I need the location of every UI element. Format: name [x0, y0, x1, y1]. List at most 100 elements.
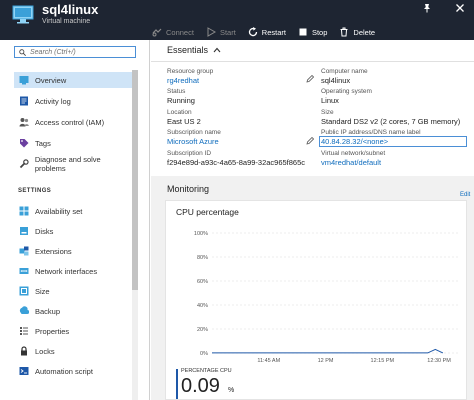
sidebar-item-label: Diagnose and solve problems: [34, 155, 101, 173]
backup-icon: [19, 306, 29, 315]
resource-group-link[interactable]: rg4redhat: [167, 76, 199, 85]
sidebar-item-label: Backup: [35, 306, 61, 316]
connect-label: Connect: [166, 27, 194, 37]
restart-button[interactable]: Restart: [248, 27, 286, 37]
tag-icon: [20, 139, 29, 148]
sidebar-item-label: Overview: [35, 75, 67, 85]
sidebar-item-label: Automation script: [35, 366, 93, 376]
properties-icon: [20, 327, 28, 335]
public-ip-link[interactable]: 40.84.28.32/<none>: [321, 137, 388, 146]
location-value: East US 2: [167, 117, 201, 126]
search-icon: [19, 48, 26, 56]
network-icon: [19, 268, 29, 274]
sidebar-item-availability-set[interactable]: Availability set: [14, 203, 132, 219]
sidebar-item-access-control[interactable]: Access control (IAM): [14, 114, 132, 130]
stop-button[interactable]: Stop: [298, 27, 327, 37]
essentials-header[interactable]: Essentials: [151, 40, 474, 62]
x-tick-label: 12:15 PM: [371, 358, 395, 364]
sidebar-item-overview[interactable]: Overview: [14, 72, 132, 88]
sidebar-item-extensions[interactable]: Extensions: [14, 243, 132, 259]
extensions-icon: [19, 246, 29, 256]
close-icon[interactable]: [455, 3, 465, 13]
command-bar: Connect Start Restart Stop Delete: [152, 24, 387, 40]
cpu-chart-tile[interactable]: CPU percentage 0% 20% 40% 60% 80% 100% 11:45 A…: [165, 200, 467, 400]
essentials-title: Essentials: [167, 45, 209, 55]
sidebar-item-label: Network interfaces: [35, 266, 98, 276]
sidebar-item-label: Access control (IAM): [35, 117, 105, 127]
availability-set-icon: [19, 206, 29, 216]
sidebar-item-network-interfaces[interactable]: Network interfaces: [14, 263, 132, 279]
location-label: Location: [167, 109, 192, 116]
size-label: Size: [321, 109, 334, 116]
edit-chart-link[interactable]: Edit: [460, 192, 470, 198]
edit-pencil-icon[interactable]: [306, 75, 314, 83]
y-tick-label: 40%: [197, 303, 208, 309]
subscription-name-label: Subscription name: [167, 129, 221, 136]
search-placeholder: Search (Ctrl+/): [30, 48, 76, 56]
gauge-accent-bar: [176, 369, 178, 399]
vm-title: sql4linux: [42, 2, 99, 17]
series-line: [212, 348, 444, 354]
sidebar-item-disks[interactable]: Disks: [14, 223, 132, 239]
wrench-icon: [19, 159, 29, 169]
subscription-id-label: Subscription ID: [167, 150, 212, 157]
size-value: Standard DS2 v2 (2 cores, 7 GB memory): [321, 117, 461, 126]
gauge-unit: %: [228, 387, 235, 394]
sidebar-item-label: Availability set: [35, 206, 83, 216]
computer-name-label: Computer name: [321, 68, 368, 75]
search-input[interactable]: Search (Ctrl+/): [14, 46, 136, 58]
play-icon: [207, 27, 216, 37]
restart-icon: [248, 27, 257, 37]
gauge-value: 0.09: [181, 375, 220, 397]
vm-subtitle: Virtual machine: [42, 18, 91, 25]
connect-icon: [152, 28, 162, 37]
sidebar-item-size[interactable]: Size: [14, 283, 132, 299]
computer-name-value: sql4linux: [321, 76, 351, 85]
connect-button[interactable]: Connect: [152, 27, 194, 37]
delete-label: Delete: [353, 27, 376, 37]
disk-icon: [20, 227, 28, 235]
sidebar-item-label: Activity log: [35, 96, 71, 106]
subscription-id-value: f294e89d-a93c-4a65-8a99-32ac965f865c: [167, 158, 306, 167]
public-ip-label: Public IP address/DNS name label: [321, 129, 421, 136]
virtual-network-link[interactable]: vm4redhat/default: [321, 158, 381, 167]
monitoring-title: Monitoring: [167, 184, 210, 194]
sidebar-item-label: Extensions: [35, 246, 72, 256]
sidebar-scrollbar-thumb[interactable]: [132, 70, 138, 290]
y-tick-label: 80%: [197, 255, 208, 261]
subscription-name-link[interactable]: Microsoft Azure: [167, 137, 219, 146]
iam-icon: [19, 118, 29, 127]
status-label: Status: [167, 88, 186, 95]
edit-pencil-icon[interactable]: [306, 137, 314, 145]
stop-icon: [299, 28, 307, 36]
sidebar-item-label: Properties: [35, 326, 70, 336]
sidebar-item-properties[interactable]: Properties: [14, 323, 132, 339]
virtual-machine-icon: [12, 5, 34, 24]
virtual-network-label: Virtual network/subnet: [321, 150, 386, 157]
x-tick-label: 12 PM: [318, 358, 334, 364]
os-label: Operating system: [321, 88, 372, 95]
size-icon: [19, 286, 29, 296]
overview-pane: Essentials Resource group rg4redhat Stat…: [151, 40, 474, 400]
sidebar-item-label: Locks: [35, 346, 55, 356]
sidebar-item-locks[interactable]: Locks: [14, 343, 132, 359]
stop-label: Stop: [311, 27, 328, 37]
script-icon: [19, 367, 29, 375]
sidebar-item-backup[interactable]: Backup: [14, 303, 132, 319]
sidebar-item-label: Size: [35, 286, 50, 296]
delete-button[interactable]: Delete: [339, 27, 375, 37]
sidebar-item-automation-script[interactable]: Automation script: [14, 363, 132, 379]
sidebar-item-tags[interactable]: Tags: [14, 135, 132, 151]
y-tick-label: 60%: [197, 279, 208, 285]
resource-group-label: Resource group: [167, 68, 214, 75]
gauge-label: PERCENTAGE CPU: [181, 368, 232, 374]
sidebar-item-activity-log[interactable]: Activity log: [14, 93, 132, 109]
chevron-up-icon[interactable]: [213, 47, 221, 53]
start-button[interactable]: Start: [206, 27, 236, 37]
pin-icon[interactable]: [422, 3, 432, 13]
sidebar-item-diagnose[interactable]: Diagnose and solve problems: [14, 155, 132, 173]
y-tick-label: 20%: [197, 327, 208, 333]
monitoring-section: Monitoring CPU percentage 0% 20% 40% 60% 80%…: [151, 176, 474, 400]
lock-icon: [21, 346, 27, 356]
activity-log-icon: [20, 96, 28, 106]
